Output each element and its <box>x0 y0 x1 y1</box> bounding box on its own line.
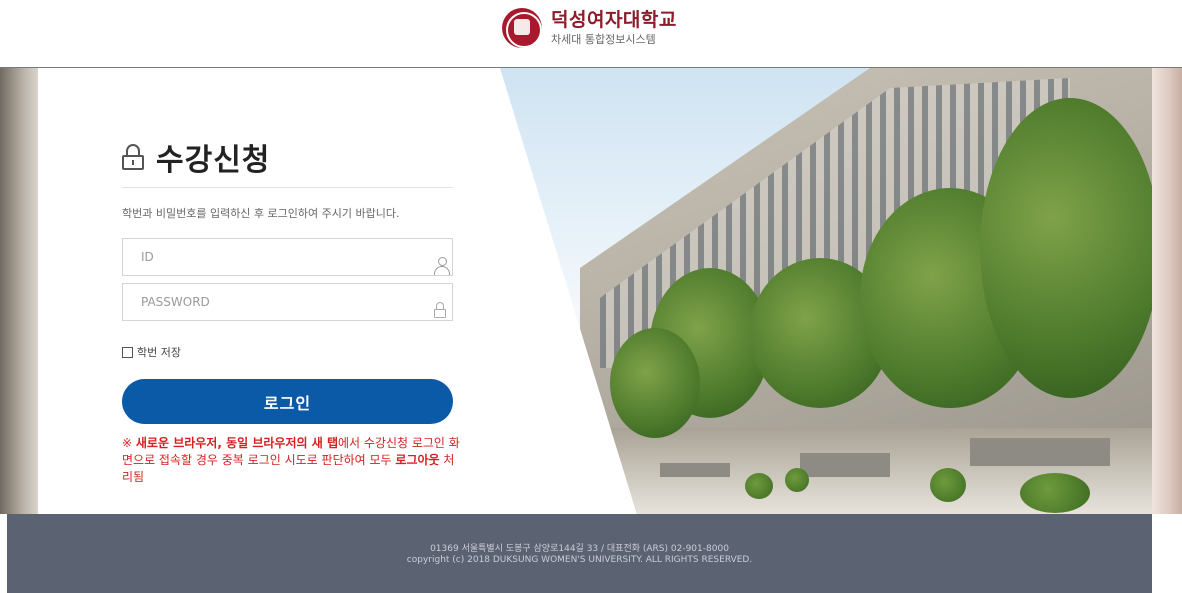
title-row: 수강신청 <box>122 135 270 179</box>
remember-checkbox[interactable] <box>122 346 133 358</box>
login-instruction: 학번과 비밀번호를 입력하신 후 로그인하여 주시기 바랍니다. <box>122 207 400 220</box>
remember-label: 학번 저장 <box>137 346 181 359</box>
logo[interactable]: 덕성여자대학교 차세대 통합정보시스템 <box>502 8 677 48</box>
logo-text: 덕성여자대학교 차세대 통합정보시스템 <box>551 9 677 46</box>
campus-photo <box>500 68 1152 514</box>
background-right-strip <box>1152 68 1182 514</box>
lock-icon <box>122 144 144 170</box>
divider <box>122 187 453 188</box>
password-input[interactable] <box>123 284 403 320</box>
footer-address: 01369 서울특별시 도봉구 삼양로144길 33 / 대표전화 (ARS) … <box>430 544 729 554</box>
duplicate-login-warning: ※ 새로운 브라우저, 동일 브라우저의 새 탭에서 수강신청 로그인 화면으로… <box>122 436 460 484</box>
header: 덕성여자대학교 차세대 통합정보시스템 <box>0 0 1182 68</box>
footer: 01369 서울특별시 도봉구 삼양로144길 33 / 대표전화 (ARS) … <box>7 514 1152 593</box>
remember-id[interactable]: 학번 저장 <box>122 344 181 360</box>
university-seal-icon <box>502 8 542 48</box>
footer-copyright: copyright (c) 2018 DUKSUNG WOMEN'S UNIVE… <box>406 555 753 565</box>
id-input[interactable] <box>123 239 403 275</box>
login-button[interactable]: 로그인 <box>122 379 453 424</box>
id-field[interactable] <box>122 238 453 276</box>
background-left-strip <box>0 68 38 514</box>
system-name: 차세대 통합정보시스템 <box>551 33 656 46</box>
page-title: 수강신청 <box>156 143 271 178</box>
password-field[interactable] <box>122 283 453 321</box>
university-name: 덕성여자대학교 <box>551 9 677 31</box>
